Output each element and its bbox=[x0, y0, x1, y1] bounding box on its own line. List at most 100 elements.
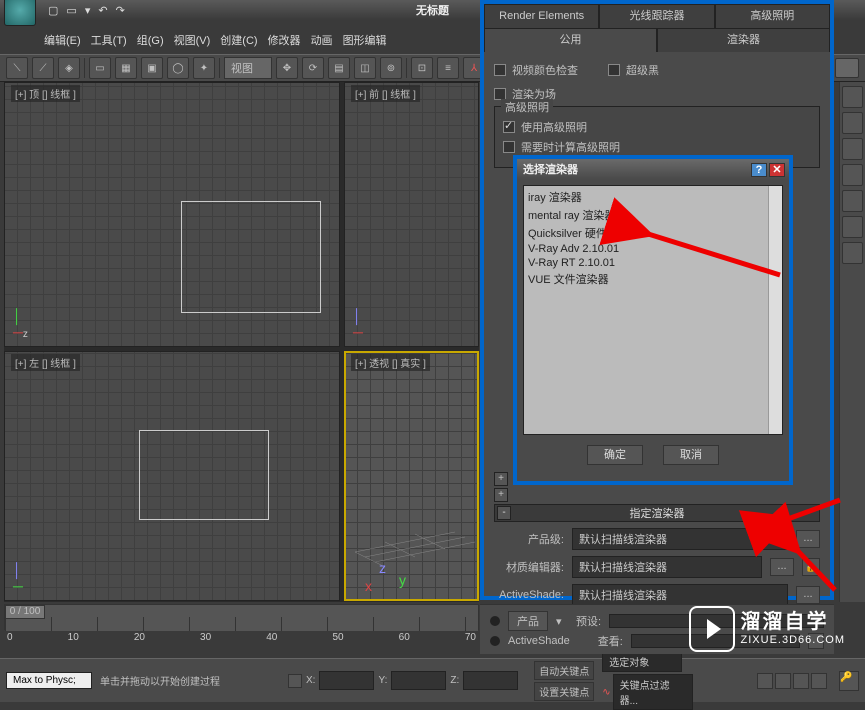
rotate-icon[interactable]: ⟳ bbox=[302, 57, 324, 79]
viewport-persp-label[interactable]: [+] 透视 [] 真实 ] bbox=[351, 354, 430, 371]
select-icon[interactable]: ▭ bbox=[89, 57, 111, 79]
next-frame-icon[interactable] bbox=[811, 673, 827, 689]
refsys-icon[interactable]: ◫ bbox=[354, 57, 376, 79]
undo-icon[interactable]: ↶ bbox=[98, 4, 107, 17]
select-name-icon[interactable]: ▦ bbox=[115, 57, 137, 79]
material-renderer-choose-button[interactable]: ... bbox=[770, 558, 794, 576]
tab-render-elements[interactable]: Render Elements bbox=[484, 4, 599, 28]
named-icon[interactable]: ≡ bbox=[437, 57, 459, 79]
select-paint-icon[interactable]: ✦ bbox=[193, 57, 215, 79]
radio-activeshade[interactable] bbox=[490, 636, 500, 646]
hierarchy-tab-icon[interactable] bbox=[842, 164, 863, 186]
viewport-persp[interactable]: [+] 透视 [] 真实 ] zyx bbox=[344, 351, 479, 601]
help-icon[interactable]: ? bbox=[751, 163, 767, 177]
material-renderer-field: 默认扫描线渲染器 bbox=[572, 556, 762, 578]
setkey-button[interactable]: 设置关键点 bbox=[534, 682, 594, 701]
tab-common[interactable]: 公用 bbox=[484, 28, 657, 52]
select-link-icon[interactable]: ⟍ bbox=[6, 57, 28, 79]
checkbox-compute-adv[interactable] bbox=[503, 141, 515, 153]
checkbox-use-adv[interactable] bbox=[503, 121, 515, 133]
renderer-item-mentalray[interactable]: mental ray 渲染器 bbox=[526, 206, 780, 224]
key-filter-button[interactable]: 关键点过滤器... bbox=[613, 674, 693, 710]
cancel-button[interactable]: 取消 bbox=[663, 445, 719, 465]
viewport-top[interactable]: [+] 顶 [] 线框 ] │─z bbox=[4, 82, 340, 347]
time-slider[interactable]: 0 / 100 bbox=[5, 605, 45, 619]
rollout-minus-icon[interactable]: - bbox=[497, 506, 511, 520]
utilities-tab-icon[interactable] bbox=[842, 242, 863, 264]
modify-tab-icon[interactable] bbox=[842, 138, 863, 160]
open-icon[interactable]: ▭ bbox=[66, 4, 76, 17]
menu-modifiers[interactable]: 修改器 bbox=[268, 32, 301, 50]
play-icon-btn[interactable] bbox=[793, 673, 809, 689]
x-input[interactable] bbox=[319, 671, 374, 690]
script-listener[interactable]: Max to Physc; bbox=[6, 672, 92, 689]
render-teapot-icon[interactable] bbox=[835, 58, 859, 78]
tab-renderer[interactable]: 渲染器 bbox=[657, 28, 830, 52]
tab-raytracer[interactable]: 光线跟踪器 bbox=[599, 4, 714, 28]
create-tab-icon[interactable] bbox=[842, 112, 863, 134]
timeline[interactable]: 0 / 100 010203040506070 bbox=[4, 604, 479, 630]
rollout-assign-renderer[interactable]: - 指定渲染器 bbox=[494, 504, 820, 522]
viewport-area: [+] 顶 [] 线框 ] │─z [+] 前 [] 线框 ] │─ [+] 左… bbox=[4, 82, 479, 602]
prev-frame-icon[interactable] bbox=[775, 673, 791, 689]
statusbar: Max to Physc; 单击并拖动以开始创建过程 X: Y: Z: 自动关键… bbox=[0, 658, 865, 702]
checkbox-video-color[interactable] bbox=[494, 64, 506, 76]
viewport-front[interactable]: [+] 前 [] 线框 ] │─ bbox=[344, 82, 479, 347]
ok-button[interactable]: 确定 bbox=[587, 445, 643, 465]
renderer-item-vray-rt[interactable]: V-Ray RT 2.10.01 bbox=[526, 256, 780, 270]
production-renderer-choose-button[interactable]: ... bbox=[796, 530, 820, 548]
menu-tools[interactable]: 工具(T) bbox=[91, 32, 127, 50]
checkbox-super-black[interactable] bbox=[608, 64, 620, 76]
renderer-item-vray-adv[interactable]: V-Ray Adv 2.10.01 bbox=[526, 242, 780, 256]
select-region-icon[interactable]: ▣ bbox=[141, 57, 163, 79]
material-renderer-lock-icon[interactable]: 🔒 bbox=[802, 558, 820, 576]
list-scrollbar[interactable] bbox=[768, 186, 782, 434]
bind-icon[interactable]: ◈ bbox=[58, 57, 80, 79]
y-input[interactable] bbox=[391, 671, 446, 690]
production-button[interactable]: 产品 bbox=[508, 611, 548, 631]
viewport-left-label[interactable]: [+] 左 [] 线框 ] bbox=[11, 354, 80, 371]
rollout-plus-2[interactable]: + bbox=[494, 488, 508, 502]
display-tab-icon[interactable] bbox=[842, 216, 863, 238]
menu-views[interactable]: 视图(V) bbox=[174, 32, 211, 50]
new-icon[interactable]: ▢ bbox=[48, 4, 58, 17]
menu-animation[interactable]: 动画 bbox=[311, 32, 333, 50]
renderer-item-quicksilver[interactable]: Quicksilver 硬件渲染器 bbox=[526, 224, 780, 242]
scale-icon[interactable]: ▤ bbox=[328, 57, 350, 79]
selected-filter[interactable]: 选定对象 bbox=[602, 651, 682, 672]
menu-create[interactable]: 创建(C) bbox=[220, 32, 257, 50]
move-icon[interactable]: ✥ bbox=[276, 57, 298, 79]
tab-adv-lighting[interactable]: 高级照明 bbox=[715, 4, 830, 28]
center-icon[interactable]: ⊚ bbox=[380, 57, 402, 79]
renderer-item-iray[interactable]: iray 渲染器 bbox=[526, 188, 780, 206]
activeshade-renderer-choose-button[interactable]: ... bbox=[796, 586, 820, 604]
radio-production[interactable] bbox=[490, 616, 500, 626]
redo-icon[interactable]: ↷ bbox=[116, 4, 125, 17]
select-lasso-icon[interactable]: ◯ bbox=[167, 57, 189, 79]
manip-icon[interactable]: ⊡ bbox=[411, 57, 433, 79]
menu-graph[interactable]: 图形编辑 bbox=[343, 32, 387, 50]
menu-group[interactable]: 组(G) bbox=[137, 32, 164, 50]
viewport-top-label[interactable]: [+] 顶 [] 线框 ] bbox=[11, 85, 80, 102]
close-icon[interactable]: ✕ bbox=[769, 163, 785, 177]
production-renderer-field: 默认扫描线渲染器 bbox=[572, 528, 788, 550]
renderer-list[interactable]: iray 渲染器 mental ray 渲染器 Quicksilver 硬件渲染… bbox=[523, 185, 783, 435]
lock-sel-icon[interactable] bbox=[288, 674, 302, 688]
z-input[interactable] bbox=[463, 671, 518, 690]
unlink-icon[interactable]: ⟋ bbox=[32, 57, 54, 79]
renderer-item-vue[interactable]: VUE 文件渲染器 bbox=[526, 270, 780, 288]
goto-start-icon[interactable] bbox=[757, 673, 773, 689]
app-icon[interactable] bbox=[4, 0, 36, 26]
autokey-button[interactable]: 自动关键点 bbox=[534, 661, 594, 680]
choose-renderer-title: 选择渲染器 ? ✕ bbox=[517, 159, 789, 179]
motion-tab-icon[interactable] bbox=[842, 190, 863, 212]
viewport-front-label[interactable]: [+] 前 [] 线框 ] bbox=[351, 85, 420, 102]
viewport-left[interactable]: [+] 左 [] 线框 ] │─ bbox=[4, 351, 340, 601]
save-icon[interactable]: ▾ bbox=[85, 4, 91, 17]
rollout-plus-1[interactable]: + bbox=[494, 472, 508, 486]
view-dropdown[interactable]: 视图 bbox=[224, 57, 272, 79]
arrow-icon[interactable] bbox=[842, 86, 863, 108]
choose-renderer-dialog: 选择渲染器 ? ✕ iray 渲染器 mental ray 渲染器 Quicks… bbox=[513, 155, 793, 485]
key-big-icon[interactable]: 🔑 bbox=[839, 671, 859, 691]
menu-edit[interactable]: 编辑(E) bbox=[44, 32, 81, 50]
